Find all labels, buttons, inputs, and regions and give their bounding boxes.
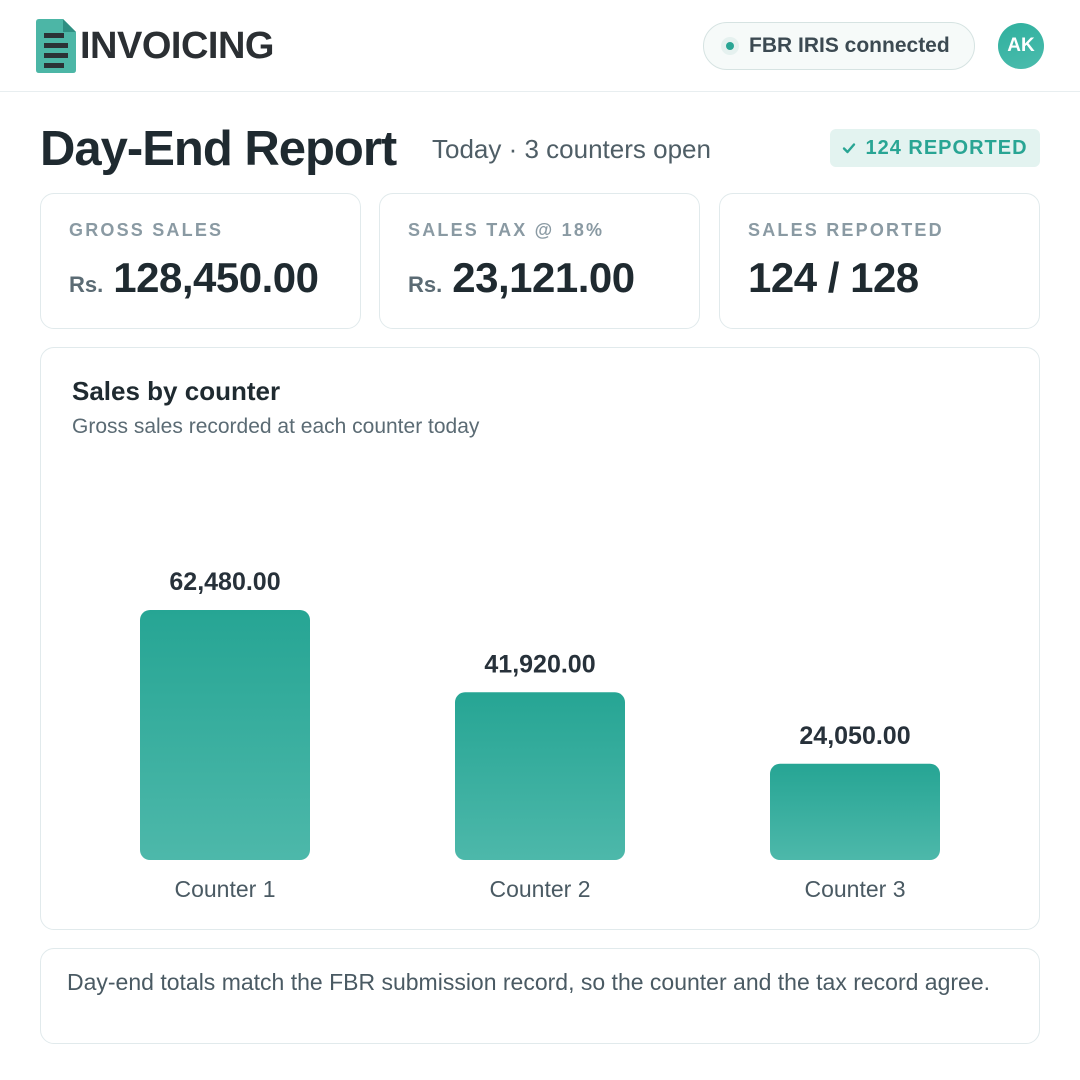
stat-value: Rs. 23,121.00: [408, 254, 635, 302]
stat-card-sales-tax: SALES TAX @ 18% Rs. 23,121.00: [379, 193, 700, 329]
page-title: Day-End Report: [40, 122, 397, 176]
stat-amount: 23,121.00: [452, 254, 635, 301]
app-logo[interactable]: INVOICING: [36, 18, 274, 74]
category-label: Counter 1: [174, 876, 275, 902]
sales-by-counter-card: Sales by counter Gross sales recorded at…: [40, 347, 1040, 930]
bar-counter-1[interactable]: [140, 610, 310, 860]
currency-label: Rs.: [69, 272, 104, 297]
stat-amount: 124 / 128: [748, 254, 919, 301]
stat-label: SALES TAX @ 18%: [408, 220, 605, 240]
bar-counter-3[interactable]: [770, 763, 940, 860]
page-subtitle: Today · 3 counters open: [432, 134, 711, 164]
connection-status-pill[interactable]: FBR IRIS connected: [703, 22, 975, 70]
app-name: INVOICING: [80, 24, 274, 67]
stat-card-sales-reported: SALES REPORTED 124 / 128: [719, 193, 1040, 329]
category-label: Counter 2: [489, 876, 590, 902]
connection-status-text: FBR IRIS connected: [749, 34, 950, 57]
reported-badge-text: 124 REPORTED: [865, 136, 1028, 159]
bar-value-label: 41,920.00: [484, 650, 595, 678]
invoice-document-icon: [36, 19, 76, 73]
status-dot-icon: [721, 37, 739, 55]
reconciliation-note: Day-end totals match the FBR submission …: [40, 948, 1040, 1044]
stat-label: GROSS SALES: [69, 220, 224, 240]
stat-label: SALES REPORTED: [748, 220, 944, 240]
sales-bar-chart: 62,480.00 Counter 1 41,920.00 Counter 2 24,0…: [140, 568, 940, 902]
reported-status-badge: 124 REPORTED: [830, 129, 1040, 167]
bar-counter-2[interactable]: [455, 692, 625, 860]
top-bar: INVOICING FBR IRIS connected AK: [0, 0, 1080, 92]
stat-amount: 128,450.00: [113, 254, 319, 301]
check-icon: [843, 143, 856, 154]
bar-value-label: 62,480.00: [169, 568, 280, 596]
stat-card-gross-sales: GROSS SALES Rs. 128,450.00: [40, 193, 361, 329]
stat-value: 124 / 128: [748, 254, 919, 302]
stat-value: Rs. 128,450.00: [69, 254, 319, 302]
currency-label: Rs.: [408, 272, 443, 297]
category-label: Counter 3: [804, 876, 905, 902]
user-avatar[interactable]: AK: [998, 23, 1044, 69]
bar-value-label: 24,050.00: [799, 722, 910, 750]
